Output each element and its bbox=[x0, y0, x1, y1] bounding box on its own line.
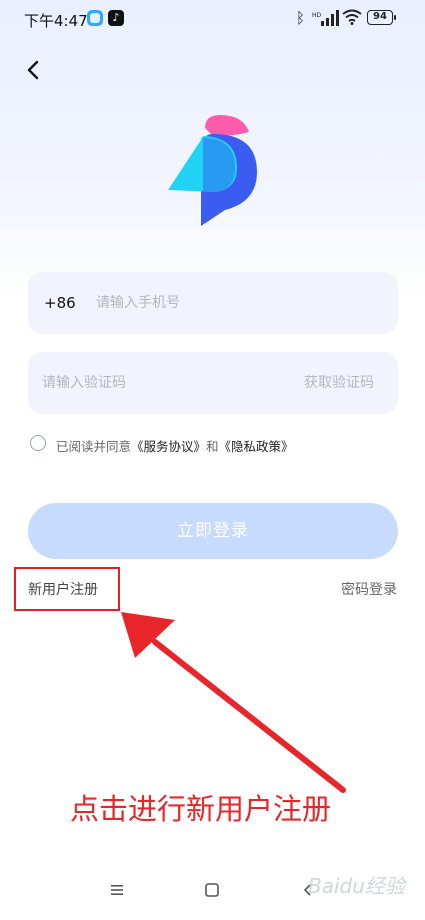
status-time: 下午4:47 bbox=[24, 12, 88, 30]
phone-input[interactable] bbox=[96, 272, 376, 334]
phone-field: +86 bbox=[28, 272, 398, 334]
menu-icon[interactable] bbox=[106, 882, 128, 898]
app-icon bbox=[87, 10, 103, 26]
svg-text:HD: HD bbox=[312, 12, 322, 19]
agreement-checkbox[interactable] bbox=[30, 435, 46, 451]
country-code[interactable]: +86 bbox=[44, 272, 76, 334]
verification-code-field: 获取验证码 bbox=[28, 352, 398, 414]
watermark: Baidu经验 bbox=[308, 874, 405, 898]
tiktok-icon: ♪ bbox=[108, 10, 124, 26]
privacy-policy-link[interactable]: 《隐私政策》 bbox=[219, 439, 294, 454]
logo-pink-shape bbox=[205, 115, 249, 136]
annotation-arrow bbox=[121, 612, 346, 793]
home-icon[interactable] bbox=[204, 882, 220, 898]
verification-code-input[interactable] bbox=[42, 352, 262, 414]
login-button[interactable]: 立即登录 bbox=[28, 503, 398, 559]
agreement-prefix: 已阅读并同意 bbox=[56, 439, 132, 454]
new-user-register-link[interactable]: 新用户注册 bbox=[28, 569, 98, 611]
battery-icon: 94 bbox=[367, 10, 396, 25]
hd-signal-icon: HD bbox=[312, 10, 339, 26]
chevron-left-icon[interactable] bbox=[22, 58, 46, 82]
bluetooth-icon: ᛒ bbox=[296, 9, 306, 27]
register-highlight-box: 新用户注册 bbox=[14, 567, 120, 611]
status-bar: 下午4:47 ♪ ᛒ HD 94 bbox=[0, 0, 425, 38]
annotation-text: 点击进行新用户注册 bbox=[70, 792, 332, 826]
password-login-link[interactable]: 密码登录 bbox=[341, 579, 397, 599]
bird-logo-icon bbox=[168, 115, 257, 226]
service-agreement-link[interactable]: 《服务协议》 bbox=[131, 439, 206, 454]
get-code-button[interactable]: 获取验证码 bbox=[304, 352, 374, 414]
wifi-icon bbox=[342, 9, 362, 25]
agreement-and: 和 bbox=[206, 439, 219, 454]
agreement-text: 已阅读并同意《服务协议》和《隐私政策》 bbox=[56, 436, 294, 455]
